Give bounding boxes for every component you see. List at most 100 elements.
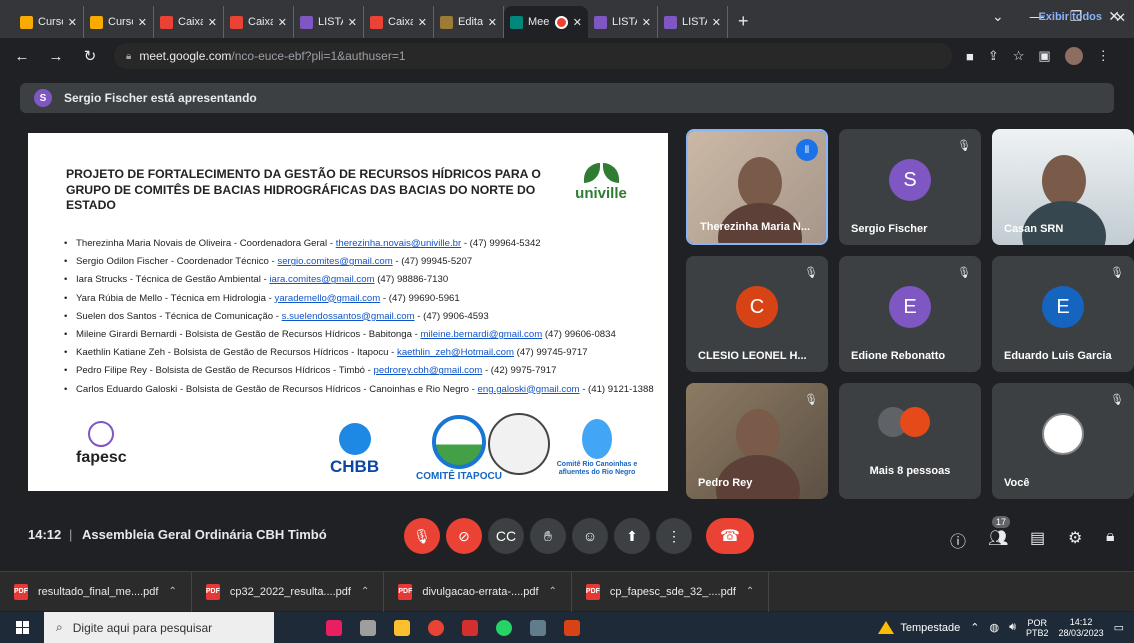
browser-tab[interactable]: Caixa de ✕ (364, 6, 434, 38)
close-tab-icon[interactable]: ✕ (208, 16, 217, 29)
participant-tile[interactable]: 🎙︎ Casan SRN (992, 129, 1134, 245)
language-indicator[interactable]: POR PTB2 (1026, 618, 1049, 638)
file-explorer-icon[interactable] (394, 619, 410, 636)
present-button[interactable]: ⬆ (614, 518, 650, 554)
close-tab-icon[interactable]: ✕ (712, 16, 721, 29)
browser-tab[interactable]: Mee ✕ (504, 6, 588, 38)
browser-tab[interactable]: Caixa de ✕ (154, 6, 224, 38)
activities-icon[interactable]: ⚙︎ (1068, 528, 1082, 548)
close-tab-icon[interactable]: ✕ (642, 16, 651, 29)
member-email-link: iara.comites@gmail.com (269, 274, 375, 286)
close-tab-icon[interactable]: ✕ (68, 16, 77, 29)
windows-start-icon[interactable] (0, 612, 44, 643)
captions-button[interactable]: CC (488, 518, 524, 554)
download-item[interactable]: PDF resultado_final_me....pdf ⌃ (0, 571, 192, 612)
bookmark-star-icon[interactable]: ☆ (1013, 48, 1025, 64)
menu-icon[interactable]: ⋮ (1097, 48, 1110, 64)
people-icon[interactable]: 👥︎ 17 (988, 516, 1011, 548)
camera-in-use-icon[interactable]: ■ (966, 49, 974, 64)
close-downloads-icon[interactable]: ✕ (1115, 10, 1126, 26)
chevron-up-icon[interactable]: ⌃ (168, 586, 176, 597)
powerpoint-icon[interactable] (564, 619, 580, 636)
emoji-button[interactable]: ☺ (572, 518, 608, 554)
host-controls-icon[interactable]: 🔒︎ (1106, 528, 1115, 546)
new-tab-button[interactable]: + (728, 11, 759, 38)
browser-tab[interactable]: LISTA PR ✕ (588, 6, 658, 38)
participant-tile[interactable]: 🎙︎ Você (992, 383, 1134, 499)
task-view-icon[interactable] (360, 619, 376, 636)
url-host: meet.google.com (139, 49, 232, 63)
tray-chevron-icon[interactable]: ⌃ (970, 621, 979, 634)
network-icon[interactable]: ◍ (989, 621, 999, 634)
participant-tile[interactable]: 🎙︎ E Edione Rebonatto (839, 256, 981, 372)
camera-off-button[interactable]: ⊘ (446, 518, 482, 554)
member-phone: - (42) 9975-7917 (482, 365, 557, 377)
close-tab-icon[interactable]: ✕ (278, 16, 287, 29)
close-tab-icon[interactable]: ✕ (138, 16, 147, 29)
browser-tab[interactable]: Cursos - ✕ (14, 6, 84, 38)
sidebar-icon[interactable]: ▣ (1038, 48, 1050, 64)
gmail-icon (160, 15, 173, 29)
chrome-icon[interactable] (428, 619, 444, 636)
volume-icon[interactable]: 🔊︎ (1009, 621, 1016, 634)
profile-avatar[interactable] (1064, 47, 1083, 65)
participant-tile[interactable]: 🎙︎ E Eduardo Luis Garcia (992, 256, 1134, 372)
member-email-link: yarademello@gmail.com (274, 292, 381, 304)
more-options-button[interactable]: ⋮ (656, 518, 692, 554)
chat-icon[interactable]: ▤ (1030, 528, 1045, 548)
mic-off-icon: 🎙︎ (1110, 267, 1124, 279)
chevron-up-icon[interactable]: ⌃ (361, 586, 369, 597)
participant-tile[interactable]: 🎙︎ C CLESIO LEONEL H... (686, 256, 828, 372)
arrow-icon (20, 15, 33, 29)
participant-tile[interactable]: ⦀ Therezinha Maria N... (686, 129, 828, 245)
mic-off-button[interactable]: 🎙︎ (404, 518, 440, 554)
member-info: Kaethlin Katiane Zeh - Bolsista de Gestã… (76, 347, 398, 359)
download-item[interactable]: PDF cp32_2022_resulta....pdf ⌃ (192, 571, 385, 612)
clock-date[interactable]: 14:12 28/03/2023 (1059, 617, 1104, 639)
member-item: Kaethlin Katiane Zeh - Bolsista de Gestã… (64, 347, 654, 359)
meeting-clock: 14:12 (28, 526, 62, 542)
close-tab-icon[interactable]: ✕ (348, 16, 357, 29)
participant-tile[interactable]: 🎙︎ S Sergio Fischer (839, 129, 981, 245)
browser-tab[interactable]: Caixa de ✕ (224, 6, 294, 38)
forward-button[interactable]: → (46, 48, 66, 65)
download-item[interactable]: PDF divulgacao-errata-....pdf ⌃ (384, 571, 572, 612)
person-silhouette (736, 409, 780, 461)
weather-widget[interactable]: Tempestade (878, 621, 960, 634)
taskbar-search[interactable]: ⌕ Digite aqui para pesquisar (44, 612, 274, 643)
whatsapp-icon[interactable] (496, 619, 512, 636)
browser-tab[interactable]: LISTA PR ✕ (658, 6, 728, 38)
lang-top: POR (1027, 617, 1048, 628)
browser-tab[interactable]: LISTA PR ✕ (294, 6, 364, 38)
meeting-info-icon[interactable]: ⓘ (950, 528, 966, 552)
close-tab-icon[interactable]: ✕ (573, 16, 582, 29)
back-button[interactable]: ← (12, 48, 32, 65)
tab-search-icon[interactable]: ⌄ (992, 8, 1004, 25)
address-bar[interactable]: 🔒︎ meet.google.com/nco-euce-ebf?pli=1&au… (114, 43, 952, 69)
pdf-file-icon: PDF (205, 583, 220, 600)
leave-call-button[interactable]: ☎ (706, 518, 754, 554)
presenter-avatar: S (34, 89, 52, 107)
mic-off-icon: 🎙︎ (957, 140, 971, 152)
member-item: Suelen dos Santos - Técnica de Comunicaç… (64, 311, 654, 323)
download-item[interactable]: PDF cp_fapesc_sde_32_....pdf ⌃ (572, 571, 770, 612)
show-all-downloads-button[interactable]: Exibir todos (1038, 11, 1102, 29)
raise-hand-button[interactable]: ✋︎ (530, 518, 566, 554)
chevron-up-icon[interactable]: ⌃ (746, 586, 754, 597)
photos-icon[interactable] (530, 619, 546, 636)
pdf-file-icon: PDF (585, 583, 600, 600)
browser-tab[interactable]: Cursos - ✕ (84, 6, 154, 38)
app-icon[interactable] (326, 619, 342, 636)
chevron-up-icon[interactable]: ⌃ (549, 586, 557, 597)
reload-button[interactable]: ↻ (80, 47, 100, 65)
participant-tile[interactable]: Mais 8 pessoas (839, 383, 981, 499)
close-tab-icon[interactable]: ✕ (418, 16, 427, 29)
browser-tab[interactable]: Edital de ✕ (434, 6, 504, 38)
notifications-icon[interactable]: ▭ (1114, 621, 1124, 634)
share-icon[interactable]: ⇪ (988, 48, 999, 64)
mic-off-icon: 🎙︎ (804, 394, 818, 406)
acrobat-icon[interactable] (462, 619, 478, 636)
close-tab-icon[interactable]: ✕ (488, 16, 497, 29)
member-phone: - (41) 9121-1388 (579, 383, 654, 395)
participant-tile[interactable]: 🎙︎ Pedro Rey (686, 383, 828, 499)
